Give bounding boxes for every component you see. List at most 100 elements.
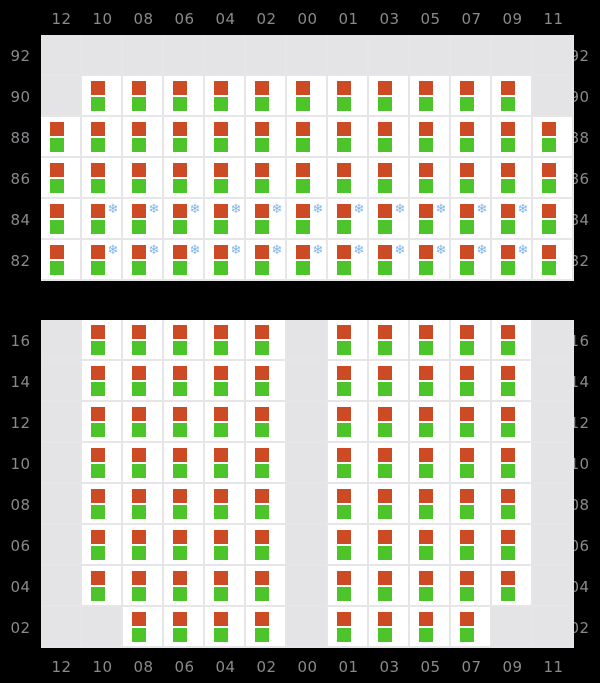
data-cell-empty[interactable]: [287, 361, 328, 402]
data-cell[interactable]: [82, 443, 123, 484]
data-cell[interactable]: [205, 566, 246, 607]
data-cell[interactable]: [205, 525, 246, 566]
data-cell[interactable]: [369, 402, 410, 443]
data-cell-empty[interactable]: [205, 35, 246, 76]
data-cell[interactable]: [328, 484, 369, 525]
data-cell[interactable]: ❄: [246, 240, 287, 281]
data-cell[interactable]: [205, 484, 246, 525]
data-cell[interactable]: [328, 607, 369, 648]
data-cell-empty[interactable]: [533, 607, 574, 648]
data-cell[interactable]: [246, 76, 287, 117]
data-cell[interactable]: [82, 117, 123, 158]
data-cell-empty[interactable]: [123, 35, 164, 76]
data-cell[interactable]: ❄: [82, 199, 123, 240]
data-cell[interactable]: [492, 484, 533, 525]
data-cell[interactable]: ❄: [451, 199, 492, 240]
data-cell[interactable]: [410, 402, 451, 443]
data-cell[interactable]: [492, 76, 533, 117]
data-cell[interactable]: [410, 158, 451, 199]
data-cell[interactable]: [451, 484, 492, 525]
data-cell[interactable]: [328, 76, 369, 117]
data-cell[interactable]: ❄: [410, 240, 451, 281]
data-cell[interactable]: [205, 402, 246, 443]
data-cell[interactable]: [451, 117, 492, 158]
data-cell-empty[interactable]: [533, 525, 574, 566]
data-cell[interactable]: [451, 402, 492, 443]
data-cell[interactable]: [451, 361, 492, 402]
data-cell[interactable]: [246, 443, 287, 484]
data-cell[interactable]: [82, 566, 123, 607]
data-cell[interactable]: [451, 320, 492, 361]
data-cell[interactable]: [492, 566, 533, 607]
data-cell[interactable]: [410, 443, 451, 484]
data-cell[interactable]: [328, 158, 369, 199]
data-cell[interactable]: [328, 361, 369, 402]
data-cell-empty[interactable]: [533, 35, 574, 76]
data-cell[interactable]: ❄: [328, 240, 369, 281]
data-cell-empty[interactable]: [41, 35, 82, 76]
data-cell[interactable]: [164, 76, 205, 117]
data-cell[interactable]: [451, 525, 492, 566]
data-cell[interactable]: [533, 158, 574, 199]
data-cell[interactable]: [82, 76, 123, 117]
data-cell-empty[interactable]: [287, 607, 328, 648]
data-cell[interactable]: [369, 320, 410, 361]
data-cell[interactable]: [205, 607, 246, 648]
data-cell[interactable]: [492, 320, 533, 361]
data-cell-empty[interactable]: [533, 484, 574, 525]
data-cell[interactable]: [82, 320, 123, 361]
data-cell[interactable]: [451, 566, 492, 607]
data-cell-empty[interactable]: [533, 76, 574, 117]
data-cell[interactable]: [328, 402, 369, 443]
data-cell[interactable]: [164, 117, 205, 158]
data-cell[interactable]: [287, 158, 328, 199]
data-cell[interactable]: ❄: [410, 199, 451, 240]
data-cell[interactable]: [246, 607, 287, 648]
data-cell[interactable]: [82, 402, 123, 443]
data-cell[interactable]: [492, 361, 533, 402]
data-cell-empty[interactable]: [287, 566, 328, 607]
data-cell-empty[interactable]: [328, 35, 369, 76]
data-cell[interactable]: ❄: [164, 199, 205, 240]
data-cell[interactable]: ❄: [164, 240, 205, 281]
data-cell-empty[interactable]: [492, 607, 533, 648]
data-cell[interactable]: [451, 443, 492, 484]
data-cell-empty[interactable]: [41, 525, 82, 566]
data-cell-empty[interactable]: [533, 566, 574, 607]
data-cell[interactable]: [410, 117, 451, 158]
data-cell[interactable]: [492, 402, 533, 443]
data-cell[interactable]: [123, 443, 164, 484]
data-cell[interactable]: [246, 320, 287, 361]
data-cell[interactable]: [123, 361, 164, 402]
data-cell[interactable]: [410, 320, 451, 361]
data-cell-empty[interactable]: [410, 35, 451, 76]
data-cell[interactable]: [533, 199, 574, 240]
data-cell-empty[interactable]: [41, 361, 82, 402]
data-cell[interactable]: [492, 117, 533, 158]
data-cell-empty[interactable]: [533, 402, 574, 443]
data-cell-empty[interactable]: [164, 35, 205, 76]
data-cell[interactable]: [369, 117, 410, 158]
data-cell[interactable]: [123, 402, 164, 443]
data-cell-empty[interactable]: [41, 76, 82, 117]
data-cell[interactable]: [246, 158, 287, 199]
data-cell-empty[interactable]: [287, 35, 328, 76]
data-cell-empty[interactable]: [287, 443, 328, 484]
data-cell[interactable]: ❄: [82, 240, 123, 281]
data-cell[interactable]: [123, 484, 164, 525]
data-cell-empty[interactable]: [451, 35, 492, 76]
data-cell-empty[interactable]: [369, 35, 410, 76]
data-cell[interactable]: [41, 158, 82, 199]
data-cell[interactable]: [328, 566, 369, 607]
data-cell[interactable]: [164, 320, 205, 361]
data-cell[interactable]: [533, 117, 574, 158]
data-cell[interactable]: ❄: [287, 240, 328, 281]
data-cell-empty[interactable]: [41, 320, 82, 361]
data-cell[interactable]: [369, 607, 410, 648]
data-cell[interactable]: [164, 361, 205, 402]
data-cell-empty[interactable]: [41, 607, 82, 648]
data-cell-empty[interactable]: [492, 35, 533, 76]
data-cell[interactable]: [205, 361, 246, 402]
data-cell[interactable]: [328, 320, 369, 361]
data-cell[interactable]: [82, 361, 123, 402]
